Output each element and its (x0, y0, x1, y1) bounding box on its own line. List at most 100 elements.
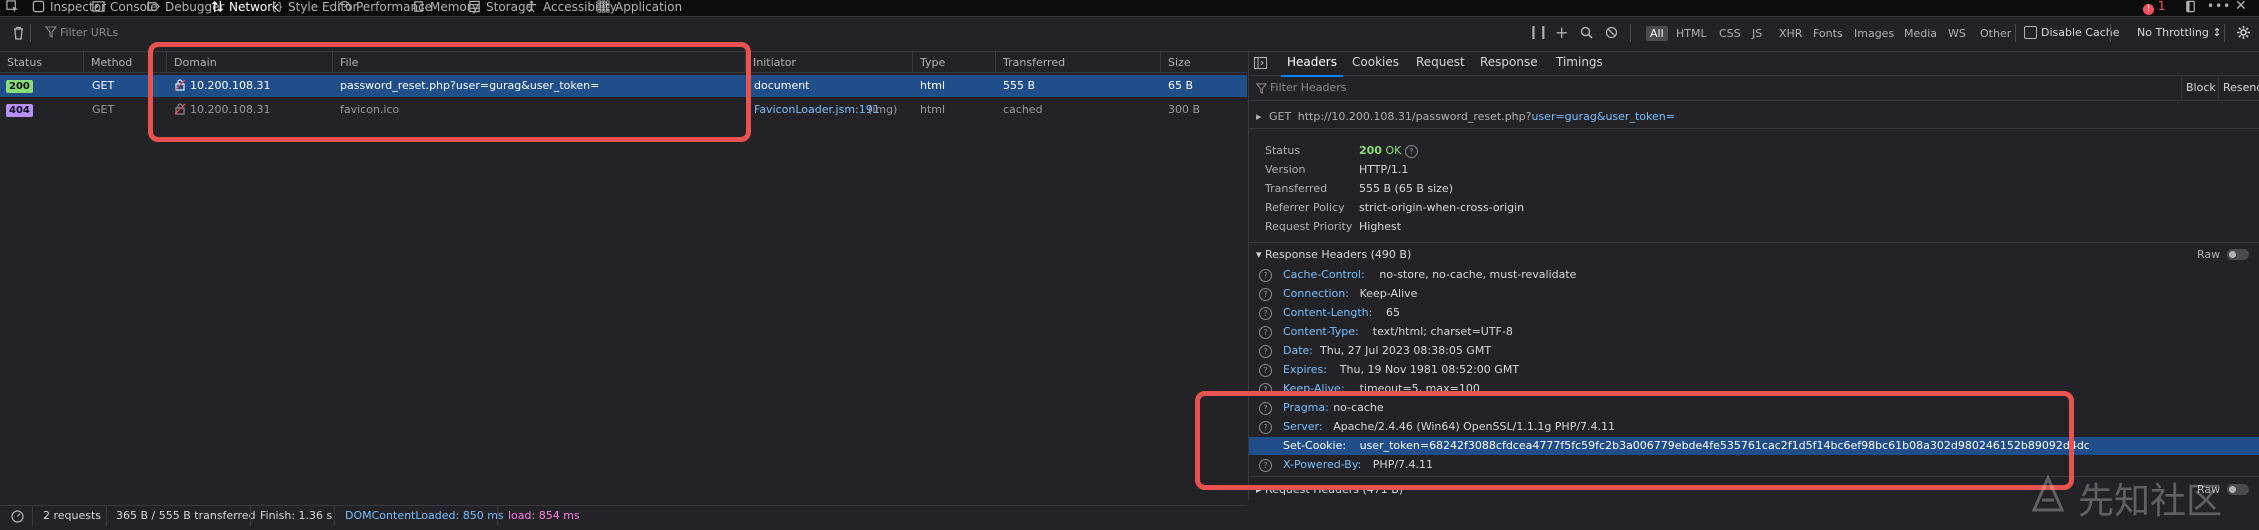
filter-type-media[interactable]: Media (1900, 26, 1941, 41)
request-method: GET (92, 103, 115, 116)
summary-label: Referrer Policy (1265, 201, 1345, 214)
tab-label: Application (615, 0, 683, 14)
filter-type-other[interactable]: Other (1976, 26, 2015, 41)
divider (1249, 242, 2259, 243)
help-icon[interactable]: ? (1259, 383, 1272, 396)
toggle-sidebar-icon[interactable] (1254, 57, 1267, 72)
column-file[interactable]: File (340, 56, 358, 69)
filter-type-html[interactable]: HTML (1672, 26, 1711, 41)
throttling-select[interactable]: No Throttling ↕ (2137, 26, 2222, 39)
help-icon[interactable]: ? (1259, 345, 1272, 358)
error-count-badge[interactable]: ! 1 (2143, 0, 2165, 16)
filter-type-js[interactable]: JS (1748, 26, 1766, 41)
help-icon[interactable]: ? (1259, 326, 1272, 339)
filter-type-ws[interactable]: WS (1944, 26, 1970, 41)
request-size: 300 B (1168, 103, 1201, 116)
filter-headers-input[interactable]: Filter Headers (1270, 81, 1347, 94)
section-title: Request Headers (471 B) (1265, 483, 1404, 496)
response-header-row[interactable]: ? Cache-Control: no-store, no-cache, must-… (1249, 266, 2259, 284)
add-icon[interactable]: + (1555, 23, 1568, 42)
request-url-base: http://10.200.108.31/password_reset.php? (1297, 110, 1532, 123)
watermark-logo-icon (2031, 474, 2065, 512)
request-headers-section[interactable]: ▸ Request Headers (471 B) (1256, 483, 1403, 496)
column-initiator[interactable]: Initiator (753, 56, 796, 69)
pause-icon[interactable]: ❙❙ (1528, 25, 1549, 40)
filter-type-all[interactable]: All (1646, 26, 1668, 41)
tab-response[interactable]: Response (1480, 52, 1538, 75)
column-transferred[interactable]: Transferred (1003, 56, 1065, 69)
close-icon[interactable]: ✕ (2235, 0, 2247, 16)
header-name: Server: (1283, 420, 1323, 433)
response-headers-section[interactable]: ▾ Response Headers (490 B) (1256, 248, 1411, 261)
header-value: Thu, 19 Nov 1981 08:52:00 GMT (1339, 363, 1520, 376)
summary-label: Version (1265, 163, 1306, 176)
trash-icon[interactable] (12, 26, 25, 43)
table-row[interactable]: 404 GET 10.200.108.31 favicon.ico Favico… (0, 99, 1247, 121)
column-type[interactable]: Type (920, 56, 945, 69)
help-icon[interactable]: ? (1259, 269, 1272, 282)
help-icon[interactable]: ? (1259, 402, 1272, 415)
performance-analysis-icon[interactable] (11, 510, 24, 530)
divider (2181, 76, 2182, 100)
filter-urls-input[interactable]: Filter URLs (60, 25, 960, 41)
help-icon[interactable]: ? (1404, 144, 1418, 158)
request-file: favicon.ico (340, 103, 400, 116)
help-icon[interactable]: ? (1259, 459, 1272, 472)
chevron-right-icon: ▸ (1256, 110, 1262, 123)
column-status[interactable]: Status (7, 56, 42, 69)
response-header-row[interactable]: ? Date: Thu, 27 Jul 2023 08:38:05 GMT (1249, 342, 2259, 360)
disable-cache-checkbox[interactable] (2024, 26, 2037, 39)
request-line[interactable]: ▸ GET http://10.200.108.31/password_rese… (1256, 110, 1675, 123)
tab-timings[interactable]: Timings (1556, 52, 1603, 75)
summary-label: Request Priority (1265, 220, 1353, 233)
filter-type-fonts[interactable]: Fonts (1809, 26, 1847, 41)
help-icon[interactable]: ? (1259, 307, 1272, 320)
chevron-right-icon: ▸ (1256, 483, 1262, 496)
column-size[interactable]: Size (1168, 56, 1191, 69)
response-header-row[interactable]: ? Expires: Thu, 19 Nov 1981 08:52:00 GMT (1249, 361, 2259, 379)
block-button[interactable]: Block (2186, 81, 2216, 94)
column-method[interactable]: Method (91, 56, 132, 69)
column-divider (83, 52, 84, 72)
column-divider (1160, 52, 1161, 72)
response-header-row[interactable]: ? Content-Type: text/html; charset=UTF-8 (1249, 323, 2259, 341)
response-header-row[interactable]: ? Connection: Keep-Alive (1249, 285, 2259, 303)
response-header-row[interactable]: ? Content-Length: 65 (1249, 304, 2259, 322)
resend-button[interactable]: Resend (2223, 81, 2259, 94)
tab-storage[interactable]: Storage (468, 0, 533, 16)
tab-cookies[interactable]: Cookies (1352, 52, 1399, 75)
dock-options-icon[interactable] (2184, 0, 2202, 16)
tab-headers[interactable]: Headers (1281, 52, 1343, 77)
search-icon[interactable] (1580, 26, 1593, 42)
more-options-icon[interactable]: ••• (2207, 0, 2231, 16)
element-picker-icon[interactable] (6, 0, 24, 16)
table-row[interactable]: 200 GET 10.200.108.31 password_reset.php… (0, 75, 1247, 97)
raw-label: Raw (2197, 248, 2221, 261)
header-value: Keep-Alive (1359, 287, 1418, 300)
filter-type-xhr[interactable]: XHR (1775, 26, 1806, 41)
filter-type-images[interactable]: Images (1850, 26, 1898, 41)
block-url-icon[interactable] (1605, 26, 1618, 42)
help-icon[interactable]: ? (1259, 421, 1272, 434)
tab-application[interactable]: Application (597, 0, 682, 16)
request-initiator-link[interactable]: FaviconLoader.jsm:191 (754, 99, 880, 121)
load-time: load: 854 ms (508, 509, 580, 522)
response-header-row[interactable]: ? Pragma: no-cache (1249, 399, 2259, 417)
response-header-row[interactable]: Set-Cookie: user_token=68242f3088cfdcea47… (1249, 437, 2259, 455)
help-icon[interactable]: ? (1259, 288, 1272, 301)
network-settings-icon[interactable] (2236, 25, 2251, 43)
column-domain[interactable]: Domain (174, 56, 217, 69)
response-header-row[interactable]: ? Server: Apache/2.4.46 (Win64) OpenSSL/1.… (1249, 418, 2259, 436)
transferred-total: 365 B / 555 B transferred (116, 509, 256, 522)
request-method: GET (1269, 110, 1292, 123)
raw-toggle[interactable] (2227, 249, 2249, 260)
tab-request[interactable]: Request (1416, 52, 1465, 75)
network-status-bar: 2 requests 365 B / 555 B transferred Fin… (0, 505, 1247, 527)
tab-network[interactable]: Network (211, 0, 279, 16)
status-code: 200 (1359, 144, 1382, 157)
filter-type-css[interactable]: CSS (1715, 26, 1745, 41)
response-header-row[interactable]: ? Keep-Alive: timeout=5, max=100 (1249, 380, 2259, 398)
header-value: text/html; charset=UTF-8 (1372, 325, 1513, 338)
help-icon[interactable]: ? (1259, 364, 1272, 377)
divider (1630, 24, 1631, 42)
